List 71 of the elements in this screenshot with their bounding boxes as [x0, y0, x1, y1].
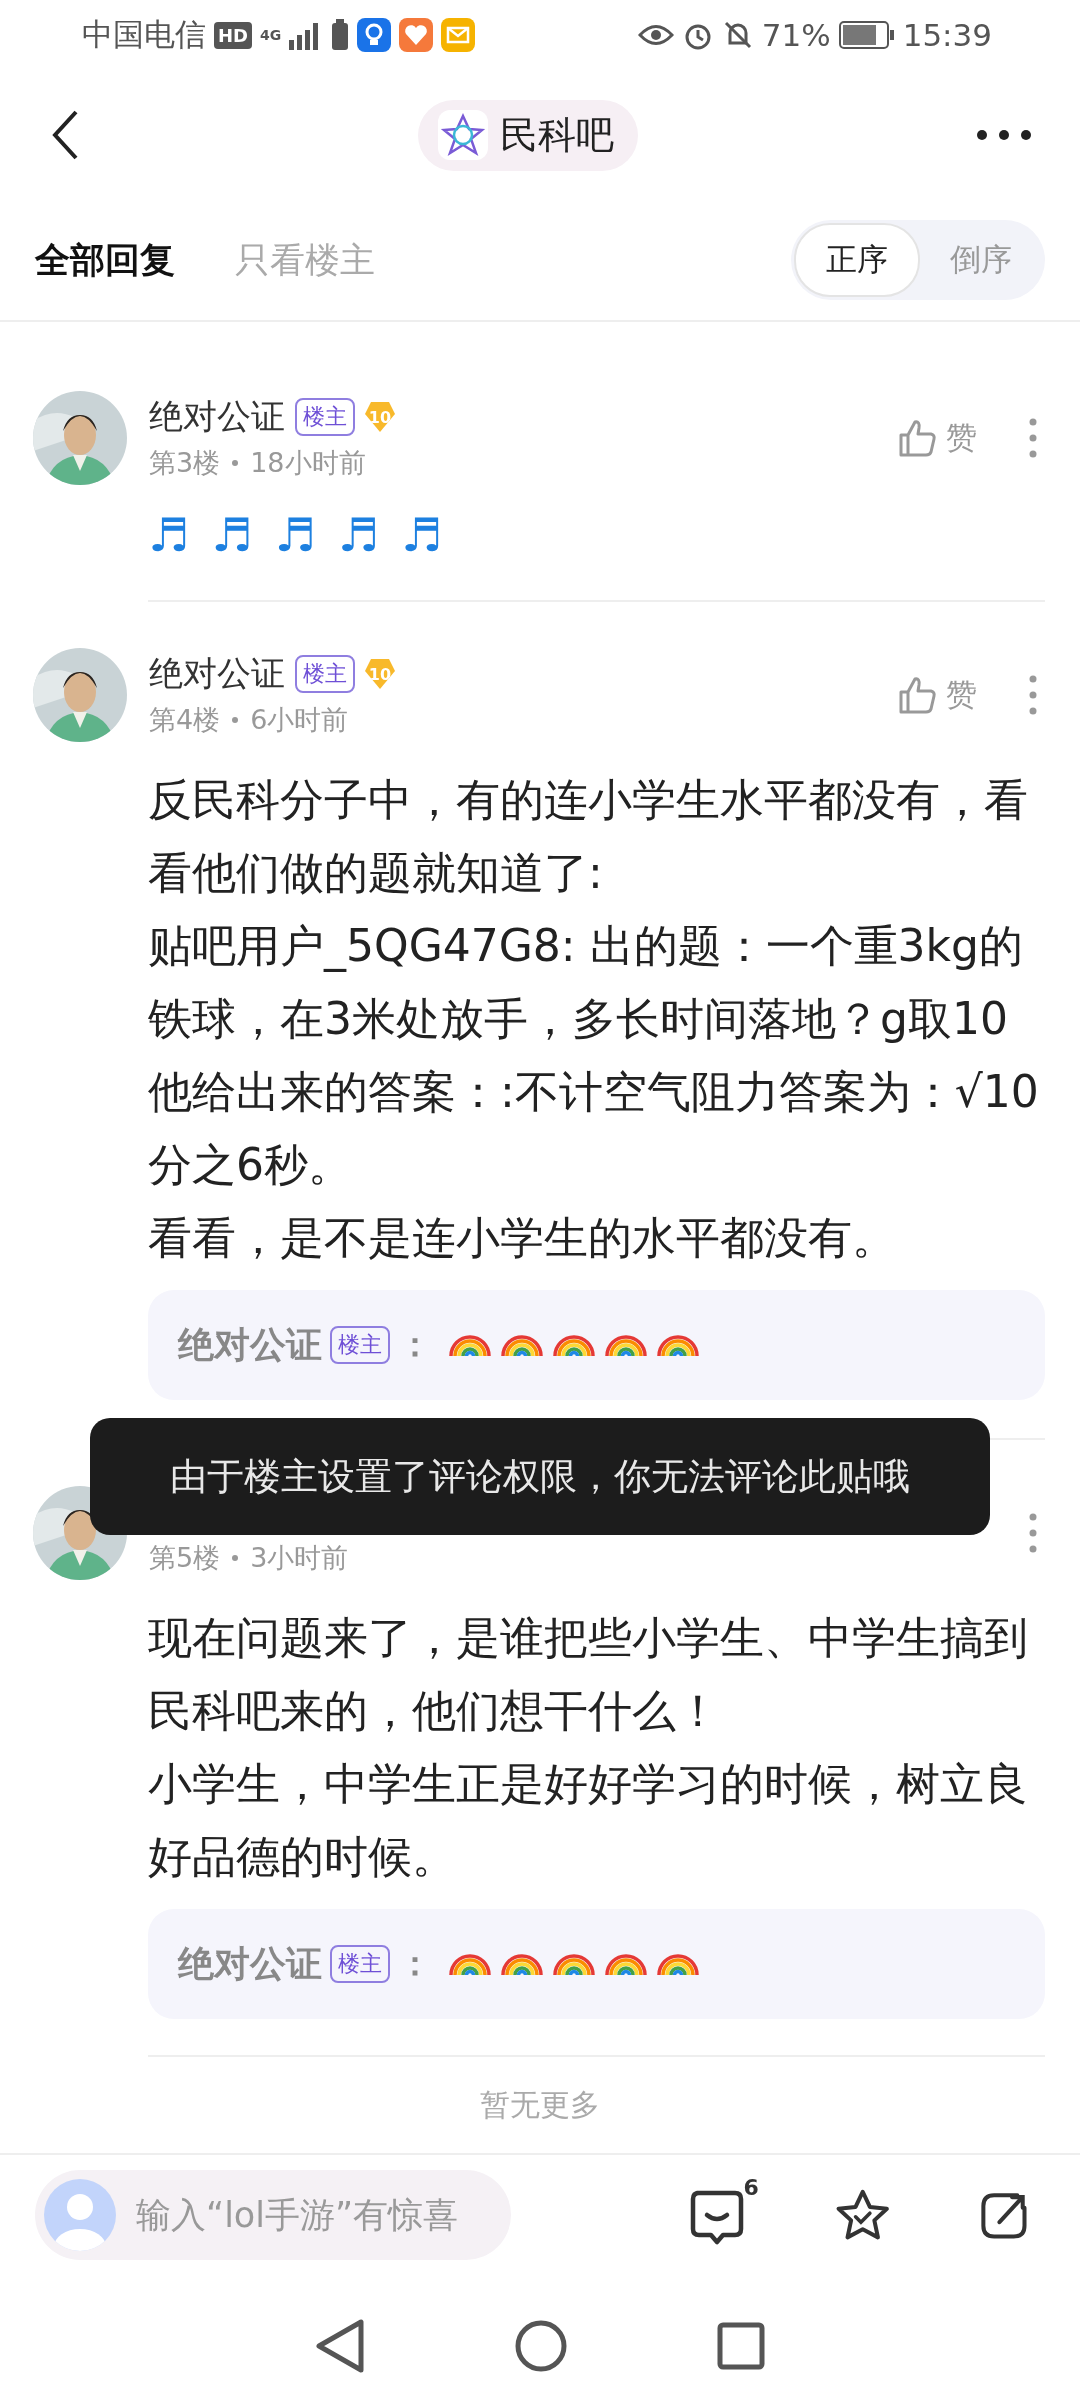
rainbow-icon: [448, 1333, 492, 1357]
music-notes-text: ♬♬♬♬♬: [148, 508, 466, 562]
hd-badge: HD: [214, 21, 252, 49]
rainbow-icon: [552, 1333, 596, 1357]
back-nav-icon[interactable]: [315, 2318, 365, 2374]
battery-icon: [838, 21, 895, 49]
level-badge: 10: [365, 659, 395, 689]
reply-username[interactable]: 绝对公证: [178, 1939, 322, 1989]
mail-app-icon: [441, 18, 476, 52]
more-options-icon[interactable]: [1029, 1513, 1037, 1553]
more-options-icon[interactable]: [1029, 675, 1037, 715]
post-time: 6小时前: [250, 703, 349, 737]
owner-tag: 楼主: [295, 398, 355, 436]
rainbow-icon: [604, 1952, 648, 1976]
owner-tag: 楼主: [330, 1326, 390, 1364]
reply-username[interactable]: 绝对公证: [178, 1320, 322, 1370]
carrier-text: 中国电信: [82, 15, 206, 54]
rainbow-icon: [448, 1952, 492, 1976]
back-icon[interactable]: [50, 109, 80, 161]
post-text: 他给出来的答案：:不计空气阻力答案为：√10分之6秒。: [148, 1065, 1040, 1192]
more-icon[interactable]: [976, 129, 1032, 141]
post-text: 反民科分子中，有的连小学生水平都没有，看看他们做的题就知道了:: [148, 773, 1029, 900]
no-more-text: 暂无更多: [0, 2057, 1080, 2155]
dot-separator: [232, 1555, 239, 1561]
battery-saver-icon: [331, 19, 350, 51]
filter-tab[interactable]: 全部回复: [35, 236, 175, 284]
home-nav-icon[interactable]: [515, 2320, 567, 2372]
thumbs-up-icon: [898, 418, 938, 458]
recents-nav-icon[interactable]: [717, 2322, 765, 2370]
sort-option[interactable]: 正序: [794, 223, 920, 297]
post-time: 3小时前: [250, 1541, 349, 1575]
thumbs-up-icon: [898, 675, 938, 715]
heart-app-icon: [399, 18, 434, 52]
reply-card[interactable]: 绝对公证 楼主 ：: [148, 1909, 1045, 2019]
post-time: 18小时前: [250, 446, 366, 480]
battery-percent: 71%: [761, 17, 831, 53]
like-button[interactable]: 赞: [898, 674, 977, 716]
forum-title-chip[interactable]: 民科吧: [418, 99, 638, 171]
floor-text: 第5楼: [149, 1541, 221, 1575]
owner-tag: 楼主: [295, 655, 355, 693]
post-text: 小学生，中学生正是好好学习的时候，树立良好品德的时候。: [148, 1757, 1029, 1884]
rainbow-icon: [552, 1952, 596, 1976]
bulb-app-icon: [357, 18, 392, 52]
rainbow-icon: [604, 1333, 648, 1357]
reply-card[interactable]: 绝对公证 楼主 ：: [148, 1290, 1045, 1400]
floor-text: 第3楼: [149, 446, 221, 480]
user-avatar-icon: [44, 2179, 116, 2251]
like-button[interactable]: 赞: [898, 417, 977, 459]
dot-separator: [232, 717, 239, 723]
colon-text: ：: [398, 1942, 432, 1985]
post-text: 看看，是不是连小学生的水平都没有。: [148, 1211, 897, 1265]
rainbow-icon: [656, 1952, 700, 1976]
clock-text: 15:39: [902, 17, 992, 53]
owner-tag: 楼主: [330, 1945, 390, 1983]
rainbow-icon: [500, 1333, 544, 1357]
colon-text: ：: [398, 1323, 432, 1366]
floor-text: 第4楼: [149, 703, 221, 737]
forum-logo-icon: [438, 110, 488, 160]
post-text: 贴吧用户_5QG47G8: 出的题：一个重3kg的铁球，在3米处放手，多长时间落地？g取10: [148, 919, 1024, 1046]
rainbow-icon: [500, 1952, 544, 1976]
level-badge: 10: [365, 402, 395, 432]
post-text: 现在问题来了，是谁把些小学生、中学生搞到民科吧来的，他们想干什么！: [148, 1611, 1029, 1738]
network-text: 4G: [260, 27, 282, 43]
dot-separator: [232, 460, 239, 466]
eye-icon: [637, 22, 674, 48]
rainbow-icon: [656, 1333, 700, 1357]
comment-count: 6: [743, 2175, 759, 2200]
username[interactable]: 绝对公证: [149, 651, 285, 697]
toast-message: 由于楼主设置了评论权限，你无法评论此贴哦: [90, 1418, 990, 1535]
more-options-icon[interactable]: [1029, 418, 1037, 458]
username[interactable]: 绝对公证: [149, 394, 285, 440]
